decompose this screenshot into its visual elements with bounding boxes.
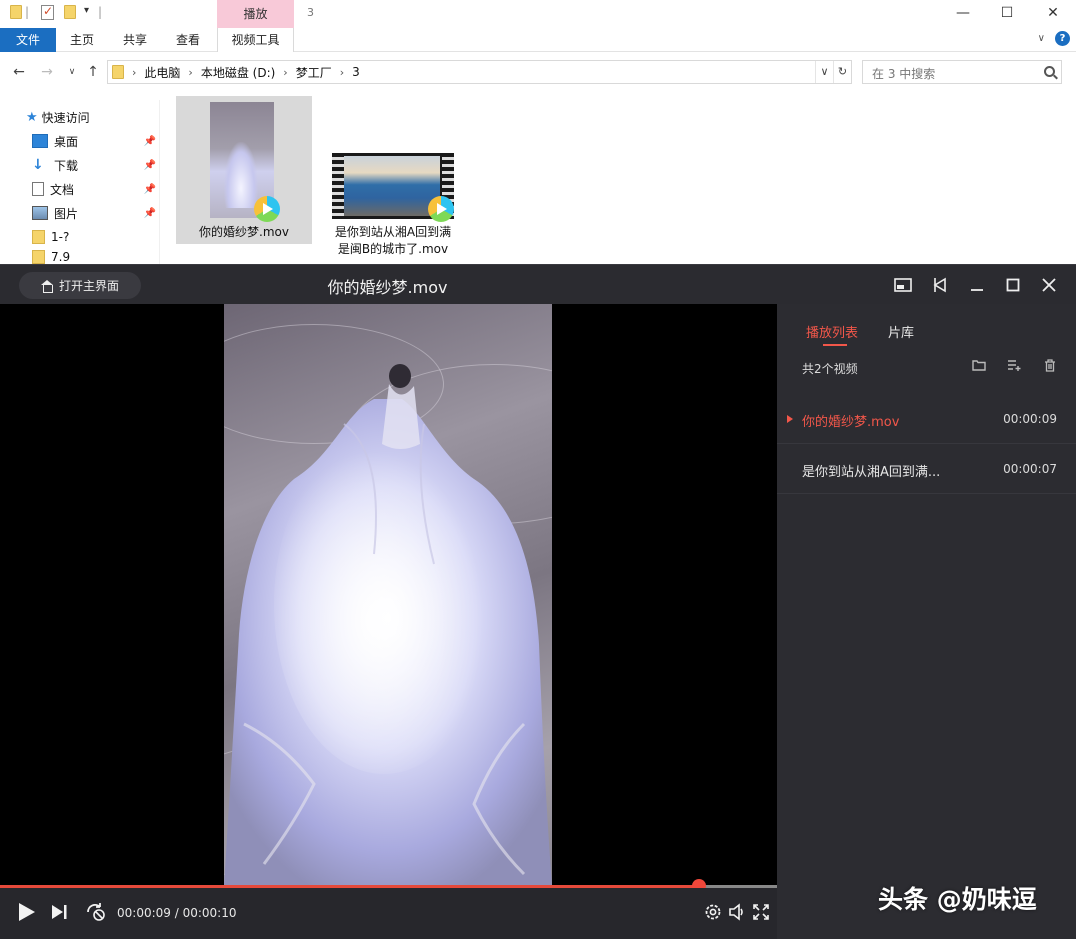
file-name-line-2: 是闽B的城市了.mov (337, 242, 449, 256)
playlist-panel: 播放列表 片库 共2个视频 你的婚纱梦.mov 00:00:09 是你到站从湘A… (777, 304, 1076, 939)
desktop-icon (32, 134, 48, 148)
mini-mode-icon[interactable] (891, 273, 915, 297)
fullscreen-icon[interactable] (749, 900, 773, 924)
forward-icon[interactable]: → (37, 61, 57, 83)
pin-icon: 📌 (143, 183, 156, 195)
maximize-icon[interactable] (1001, 273, 1025, 297)
breadcrumb-dream-factory[interactable]: 梦工厂 (290, 64, 338, 81)
playlist-item-name: 你的婚纱梦.mov (802, 415, 900, 430)
customize-quick-access-icon[interactable]: ▾ (84, 5, 89, 16)
add-to-playlist-icon[interactable] (1006, 359, 1022, 373)
sidebar-item-quick-access[interactable]: ★ 快速访问 (26, 106, 160, 128)
wedding-dress-image (224, 364, 552, 886)
player-title: 你的婚纱梦.mov (327, 278, 448, 297)
file-explorer-window: | ▾ | 播放 3 — ☐ ✕ 文件 主页 共享 查看 视频工具 ∨ ? ← … (0, 0, 1076, 264)
up-icon[interactable]: ↑ (83, 61, 103, 83)
video-player-window: 打开主界面 你的婚纱梦.mov 00:00:09 / 00:00:10 播放列表… (0, 264, 1076, 939)
sidebar-item-folder-7-9[interactable]: 7.9 (32, 250, 160, 264)
pin-icon: 📌 (143, 207, 156, 219)
expand-ribbon-icon[interactable]: ∨ (1038, 33, 1045, 44)
player-titlebar: 打开主界面 你的婚纱梦.mov (0, 264, 1076, 304)
pin-icon: 📌 (143, 159, 156, 171)
address-dropdown-icon[interactable]: ∨ (815, 61, 833, 83)
breadcrumb-this-pc[interactable]: 此电脑 (138, 64, 186, 81)
playlist-item-name: 是你到站从湘A回到满... (802, 465, 941, 480)
delete-icon[interactable] (1042, 359, 1058, 373)
help-icon[interactable]: ? (1055, 31, 1070, 46)
watermark: 头条 @奶味逗 (878, 885, 1037, 914)
playlist-item[interactable]: 是你到站从湘A回到满... 00:00:07 (777, 445, 1076, 494)
explorer-titlebar: | ▾ | 播放 3 — ☐ ✕ (0, 0, 1076, 28)
active-tab-indicator (823, 344, 847, 346)
tab-share[interactable]: 共享 (111, 28, 159, 52)
tab-file[interactable]: 文件 (0, 28, 56, 52)
ribbon-tabs: 文件 主页 共享 查看 视频工具 ∨ ? (0, 28, 1076, 52)
home-icon (40, 279, 53, 293)
time-display: 00:00:09 / 00:00:10 (117, 906, 237, 920)
file-name-line-1: 是你到站从湘A回到满 (334, 225, 452, 239)
address-bar[interactable]: › 此电脑 › 本地磁盘 (D:) › 梦工厂 › 3 ∨ ↻ (107, 60, 852, 84)
close-icon[interactable] (1037, 273, 1061, 297)
context-tab-play[interactable]: 播放 (217, 0, 294, 28)
back-icon[interactable]: ← (9, 61, 29, 83)
search-placeholder: 在 3 中搜索 (872, 67, 936, 81)
next-icon[interactable] (47, 900, 71, 924)
sidebar-item-folder-1[interactable]: 1-? (32, 226, 160, 248)
navigation-bar: ← → ∨ ↑ › 此电脑 › 本地磁盘 (D:) › 梦工厂 › 3 ∨ ↻ … (0, 58, 1076, 86)
sidebar-item-documents[interactable]: 文档 📌 (32, 178, 160, 200)
folder-icon (112, 65, 124, 79)
file-item[interactable]: 你的婚纱梦.mov (176, 96, 312, 244)
pin-on-top-icon[interactable] (928, 273, 952, 297)
playlist-item-duration: 00:00:07 (1003, 462, 1057, 476)
document-icon (32, 182, 44, 196)
playlist-item[interactable]: 你的婚纱梦.mov 00:00:09 (777, 395, 1076, 444)
folder-icon (32, 230, 45, 244)
play-icon[interactable] (14, 900, 38, 924)
window-title: 3 (307, 6, 314, 19)
video-player-icon (428, 196, 454, 222)
sidebar-item-desktop[interactable]: 桌面 📌 (32, 130, 160, 152)
star-icon: ★ (26, 109, 38, 125)
video-canvas[interactable] (0, 304, 777, 886)
video-frame (224, 304, 552, 886)
breadcrumb-local-disk[interactable]: 本地磁盘 (D:) (195, 64, 281, 81)
download-icon: ↓ (32, 157, 44, 173)
breadcrumb-3[interactable]: 3 (346, 65, 366, 79)
navigation-pane: ★ 快速访问 桌面 📌 ↓ 下载 📌 文档 📌 图片 📌 1-? 7.9 (0, 100, 160, 264)
now-playing-icon (787, 415, 793, 423)
settings-icon[interactable] (701, 900, 725, 924)
playlist-item-duration: 00:00:09 (1003, 412, 1057, 426)
properties-icon[interactable] (41, 4, 54, 20)
open-main-interface-button[interactable]: 打开主界面 (19, 272, 141, 299)
sidebar-item-pictures[interactable]: 图片 📌 (32, 202, 160, 224)
volume-icon[interactable] (725, 900, 749, 924)
tab-video-tools[interactable]: 视频工具 (217, 28, 294, 52)
tab-playlist[interactable]: 播放列表 (806, 322, 858, 341)
video-player-icon (254, 196, 280, 222)
new-folder-icon[interactable] (64, 5, 76, 19)
pin-icon: 📌 (143, 135, 156, 147)
close-icon[interactable]: ✕ (1030, 2, 1076, 24)
tab-library[interactable]: 片库 (888, 322, 914, 341)
refresh-icon[interactable]: ↻ (833, 61, 851, 83)
open-folder-icon[interactable] (971, 359, 987, 373)
file-list: 你的婚纱梦.mov 是你到站从湘A回到满 是闽B的城市了.mov (161, 88, 1076, 264)
picture-icon (32, 206, 48, 220)
maximize-icon[interactable]: ☐ (984, 2, 1030, 24)
video-count: 共2个视频 (802, 362, 858, 376)
loop-mode-icon[interactable] (84, 900, 108, 924)
sidebar-item-downloads[interactable]: ↓ 下载 📌 (32, 154, 160, 176)
tab-view[interactable]: 查看 (164, 28, 212, 52)
file-name: 你的婚纱梦.mov (199, 225, 289, 239)
tab-home[interactable]: 主页 (58, 28, 106, 52)
minimize-icon[interactable]: — (940, 2, 986, 24)
folder-icon (32, 250, 45, 264)
minimize-icon[interactable] (965, 273, 989, 297)
file-item[interactable]: 是你到站从湘A回到满 是闽B的城市了.mov (329, 152, 457, 260)
recent-locations-icon[interactable]: ∨ (62, 61, 82, 83)
player-controls: 00:00:09 / 00:00:10 (0, 888, 777, 939)
folder-icon (10, 5, 22, 19)
search-icon[interactable] (1044, 66, 1055, 77)
search-input[interactable]: 在 3 中搜索 (862, 60, 1062, 84)
